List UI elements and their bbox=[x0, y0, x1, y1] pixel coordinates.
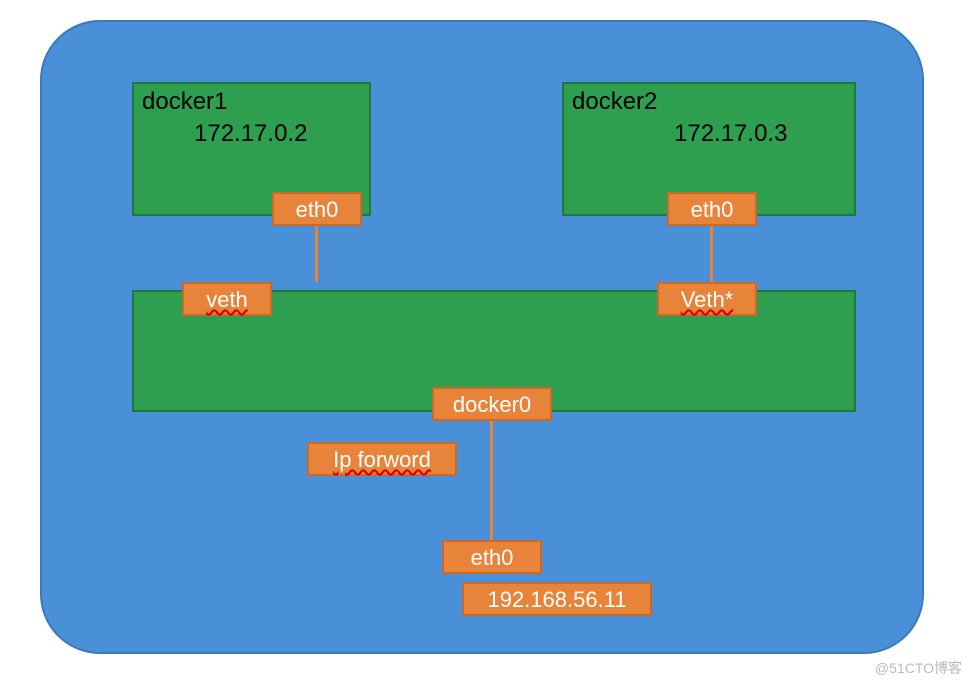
docker1-veth: veth bbox=[182, 282, 272, 316]
host-eth0: eth0 bbox=[442, 540, 542, 574]
docker2-eth0: eth0 bbox=[667, 192, 757, 226]
docker1-ip: 172.17.0.2 bbox=[194, 120, 307, 148]
line-docker2-veth bbox=[710, 226, 713, 282]
docker2-veth: Veth* bbox=[657, 282, 757, 316]
ip-forward: Ip forword bbox=[307, 442, 457, 476]
line-docker1-veth bbox=[315, 226, 318, 282]
docker2-ip: 172.17.0.3 bbox=[674, 120, 787, 148]
docker1-eth0: eth0 bbox=[272, 192, 362, 226]
host-container: docker1 172.17.0.2 eth0 docker2 172.17.0… bbox=[40, 20, 924, 654]
docker2-title: docker2 bbox=[572, 88, 657, 116]
docker1-title: docker1 bbox=[142, 88, 227, 116]
host-ip: 192.168.56.11 bbox=[462, 582, 652, 616]
line-bridge-host bbox=[490, 421, 493, 541]
watermark: @51CTO博客 bbox=[875, 658, 962, 678]
bridge-docker0: docker0 bbox=[432, 387, 552, 421]
